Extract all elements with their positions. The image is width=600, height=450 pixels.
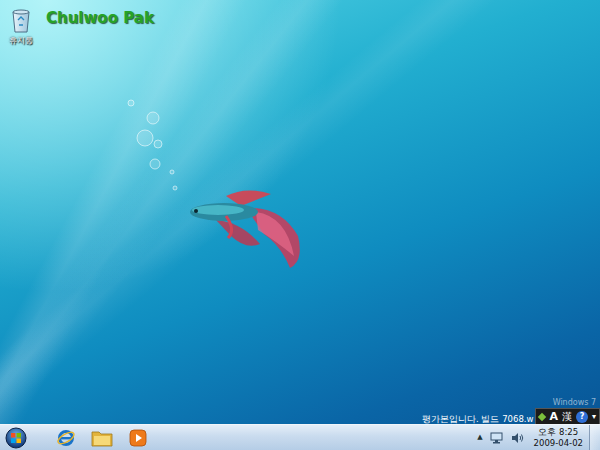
input-mode-button[interactable]: A: [549, 411, 558, 422]
hanja-button[interactable]: 漢: [562, 412, 572, 422]
bubbles-icon: [120, 92, 186, 196]
recycle-bin-label[interactable]: 휴지통: [9, 37, 33, 46]
watermark-product: Windows 7: [553, 399, 600, 408]
clock-date[interactable]: 2009-04-02: [534, 438, 583, 448]
internet-explorer-button[interactable]: [48, 425, 84, 450]
network-icon[interactable]: [490, 432, 503, 444]
media-player-icon: [128, 428, 148, 448]
clock[interactable]: 오후 8:25 2009-04-02: [528, 427, 589, 447]
windows-orb-icon: [5, 427, 27, 449]
taskbar: ▲ 오후 8:25 2009-04-02: [0, 424, 600, 450]
watermark-build-notice: 평가본입니다. 빌드 7068.w: [422, 414, 535, 424]
options-button[interactable]: ▾: [592, 413, 596, 421]
help-button[interactable]: ?: [576, 411, 588, 423]
user-name: Chulwoo Pak: [46, 4, 154, 27]
show-desktop-button[interactable]: [589, 425, 600, 450]
speaker-icon[interactable]: [511, 432, 524, 444]
desktop-screen: 휴지통 Chulwoo Pak Windows 7 평가본입니다. 빌드 706…: [0, 0, 600, 450]
explorer-button[interactable]: [84, 425, 120, 450]
desktop[interactable]: 휴지통 Chulwoo Pak Windows 7 평가본입니다. 빌드 706…: [0, 0, 600, 424]
grip-icon[interactable]: [538, 412, 546, 420]
betta-fish-icon: [186, 186, 306, 270]
language-bar[interactable]: A 漢 ? ▾: [535, 408, 600, 424]
media-player-button[interactable]: [120, 425, 156, 450]
recycle-bin-icon: [10, 7, 32, 33]
folder-icon: [91, 428, 113, 448]
recycle-bin[interactable]: 휴지통: [4, 4, 38, 49]
internet-explorer-icon: [56, 428, 76, 448]
clock-time[interactable]: 오후 8:25: [534, 427, 583, 437]
start-button[interactable]: [0, 427, 32, 449]
tray-overflow-button[interactable]: ▲: [474, 432, 485, 443]
